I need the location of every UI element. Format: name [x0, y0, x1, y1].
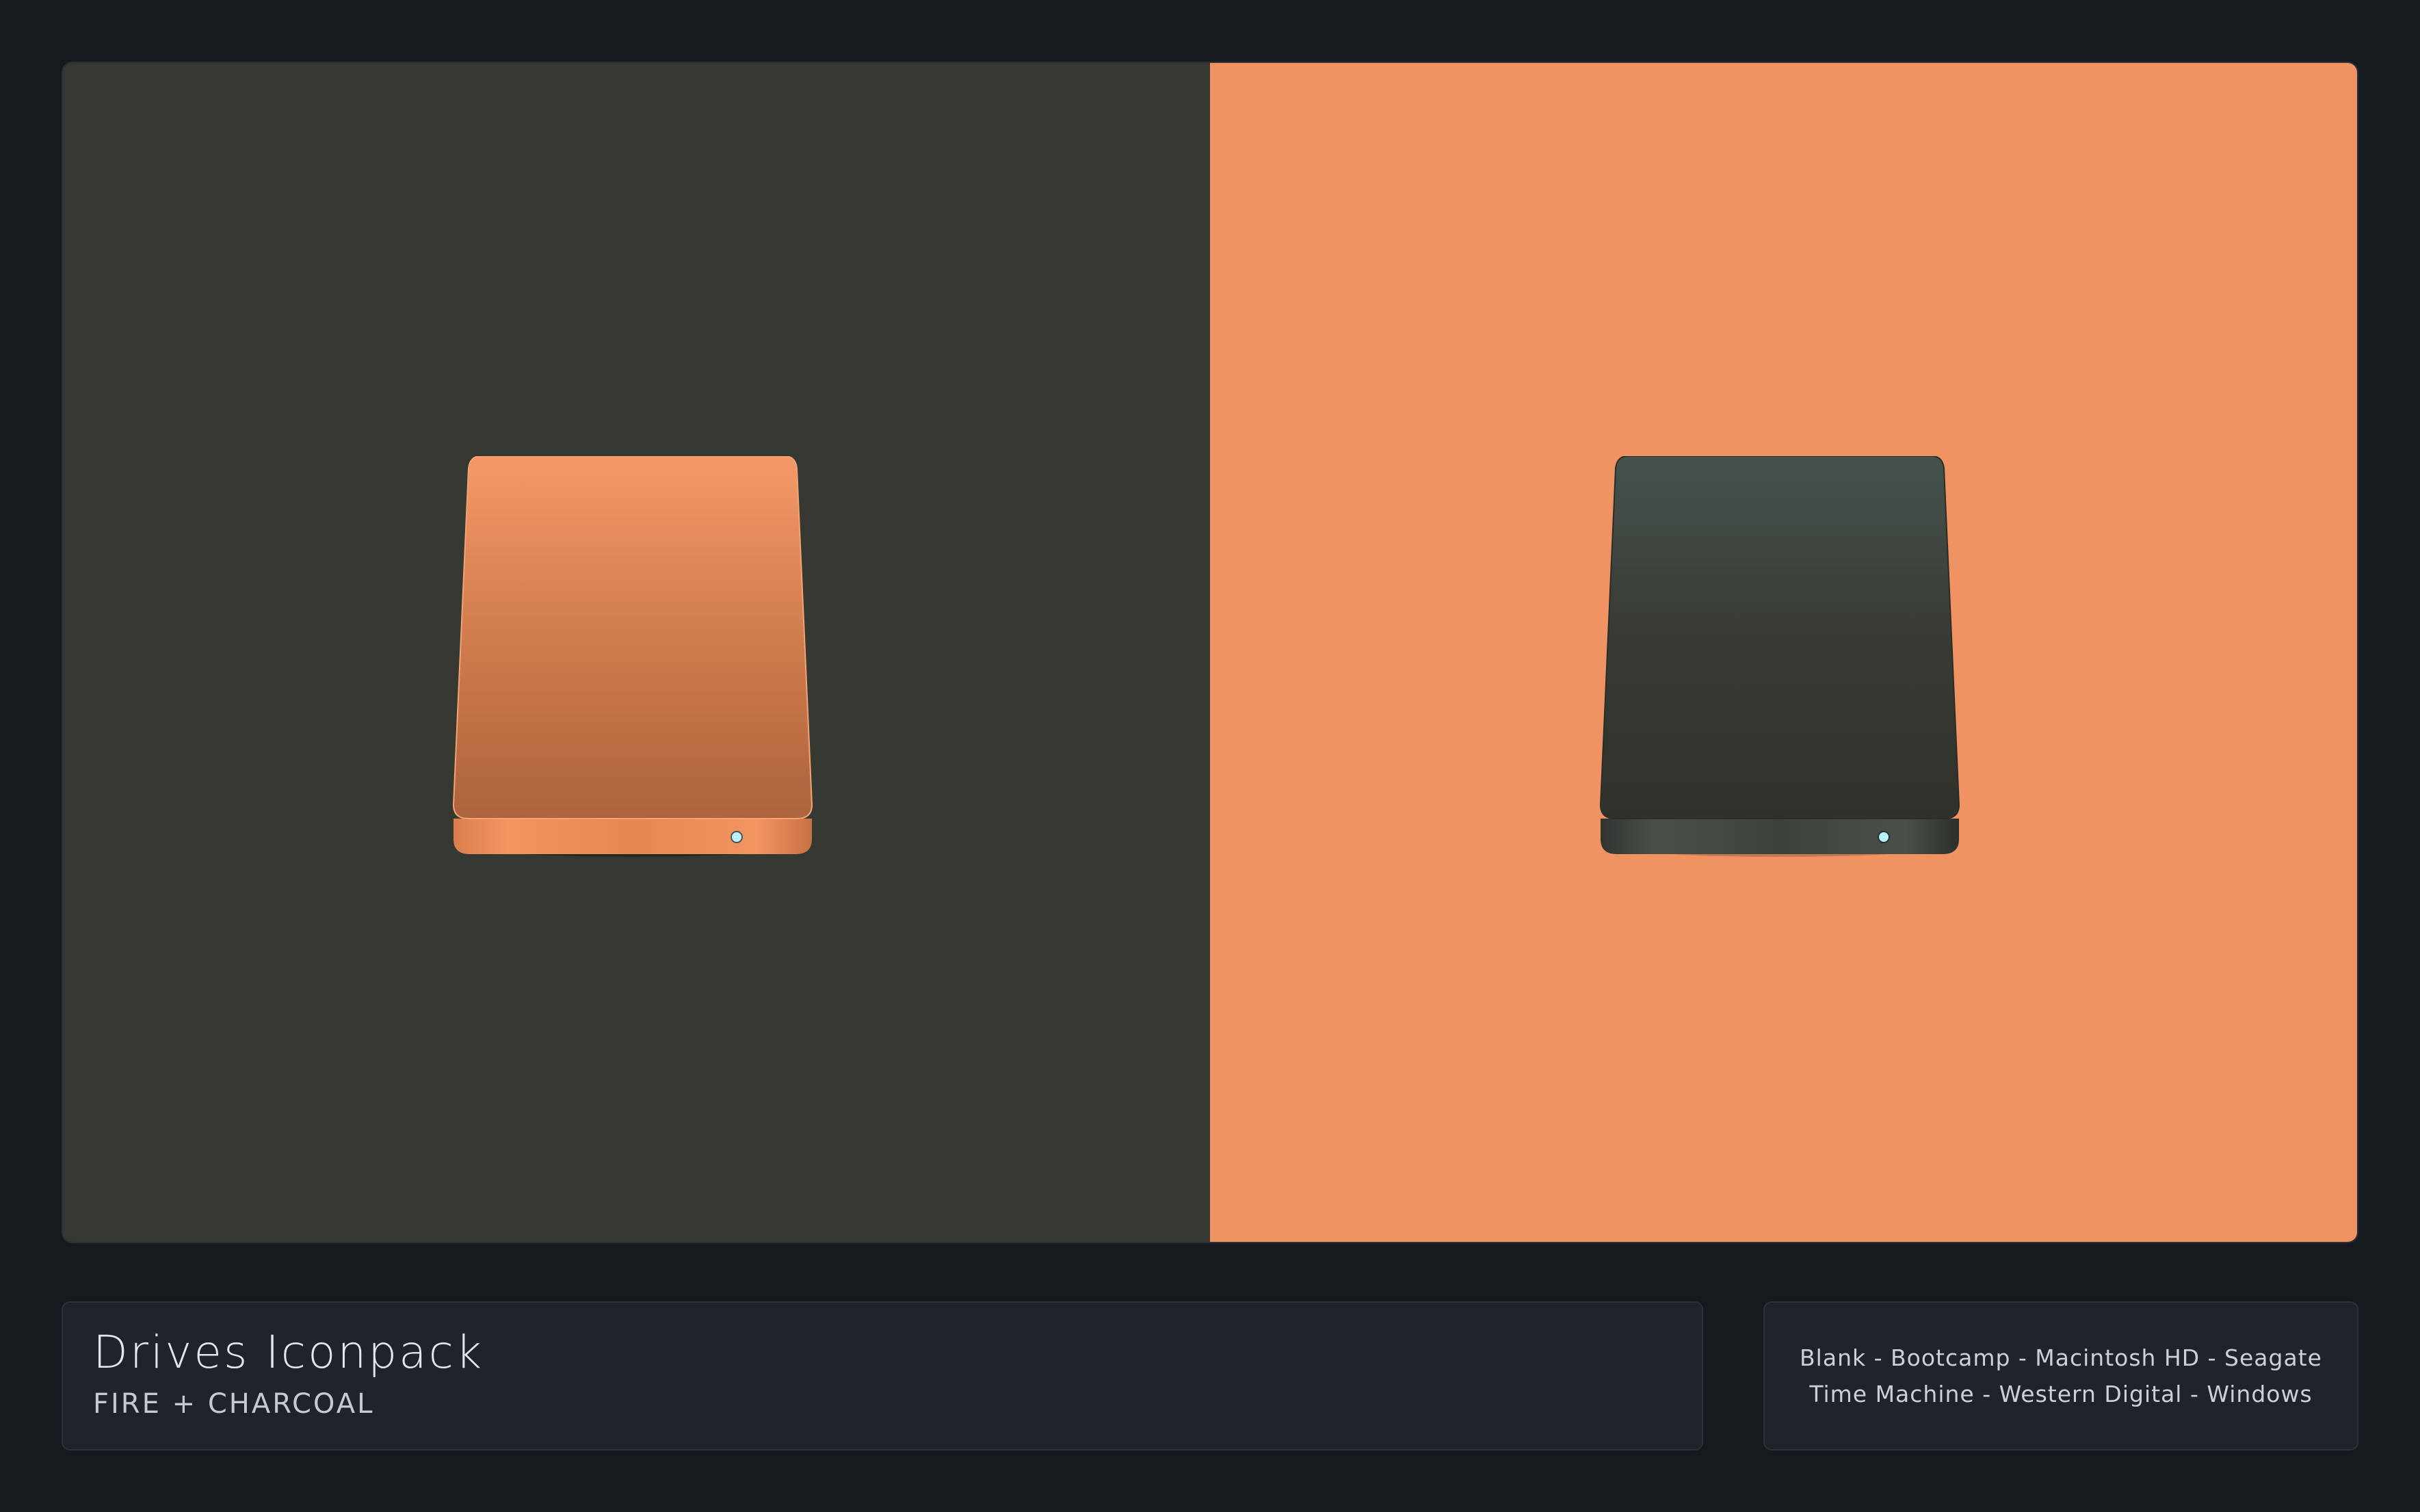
hard-drive-icon — [448, 456, 817, 914]
drive-list-line: Time Machine - Western Digital - Windows — [1809, 1381, 2313, 1407]
pack-info-box: Drives Iconpack FIRE + CHARCOAL — [62, 1301, 1703, 1450]
icon-showcase — [62, 62, 2358, 1243]
charcoal-preview-panel — [1210, 63, 2357, 1242]
hard-drive-icon — [1595, 456, 1964, 914]
drive-list-line: Blank - Bootcamp - Macintosh HD - Seagat… — [1800, 1344, 2322, 1371]
drive-list-box: Blank - Bootcamp - Macintosh HD - Seagat… — [1763, 1301, 2358, 1450]
pack-subtitle: FIRE + CHARCOAL — [93, 1388, 375, 1420]
fire-preview-panel — [63, 63, 1210, 1242]
pack-title: Drives Iconpack — [93, 1326, 484, 1379]
